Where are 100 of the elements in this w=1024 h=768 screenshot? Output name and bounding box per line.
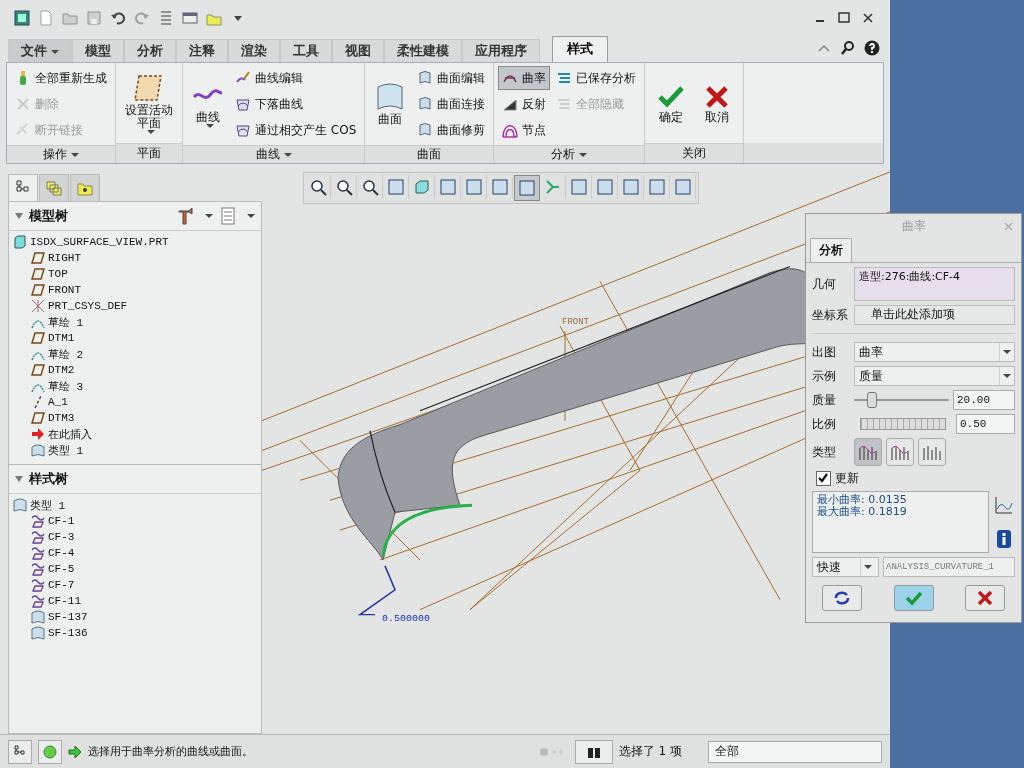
- tree-item[interactable]: ISDX_SURFACE_VIEW.PRT: [13, 234, 257, 250]
- tree-item[interactable]: CF-5: [13, 561, 257, 577]
- dialog-tab[interactable]: 分析: [810, 238, 852, 262]
- ribbon-tab[interactable]: 模型: [72, 39, 124, 62]
- ribbon-button[interactable]: 曲面连接: [413, 92, 490, 116]
- tree-item[interactable]: 草绘 2: [13, 346, 257, 362]
- tree-item[interactable]: FRONT: [13, 282, 257, 298]
- tree-item[interactable]: PRT_CSYS_DEF: [13, 298, 257, 314]
- tools-icon[interactable]: [177, 207, 195, 225]
- name-field[interactable]: ANALYSIS_CURVATURE_1: [883, 557, 1015, 577]
- windows-icon[interactable]: [182, 10, 198, 26]
- redo-icon[interactable]: [134, 10, 150, 26]
- ribbon-tab[interactable]: 柔性建模: [384, 39, 462, 62]
- file-menu-tab[interactable]: 文件: [8, 39, 72, 62]
- ribbon-button[interactable]: 已保存分析: [552, 66, 641, 90]
- new-file-icon[interactable]: [38, 10, 54, 26]
- tree-item[interactable]: CF-3: [13, 529, 257, 545]
- group-label[interactable]: 关闭: [645, 143, 744, 163]
- ribbon-button[interactable]: 全部重新生成: [11, 66, 111, 90]
- mode-dropdown[interactable]: 快速: [812, 557, 879, 577]
- open-folder-icon[interactable]: [62, 10, 78, 26]
- caret-icon: [1003, 374, 1011, 378]
- tree-item[interactable]: CF-4: [13, 545, 257, 561]
- checkbox[interactable]: [816, 471, 831, 486]
- group-label[interactable]: 操作: [7, 145, 115, 163]
- repaint-button[interactable]: [822, 585, 862, 611]
- caret-icon[interactable]: [205, 214, 213, 218]
- find-button[interactable]: [574, 739, 613, 764]
- tree-item[interactable]: 在此插入: [13, 426, 257, 442]
- caret-icon: [579, 152, 588, 157]
- curve-icon: [31, 578, 45, 592]
- ribbon-button[interactable]: 设置活动 平面: [120, 66, 178, 140]
- collapse-triangle-icon[interactable]: [15, 213, 23, 219]
- tree-item[interactable]: 草绘 3: [13, 378, 257, 394]
- tree-item[interactable]: 类型 1: [13, 497, 257, 513]
- tree-item[interactable]: DTM1: [13, 330, 257, 346]
- ribbon-button[interactable]: 曲率: [498, 66, 551, 90]
- slider-thumb[interactable]: [867, 392, 877, 408]
- ribbon-button[interactable]: 取消: [695, 66, 740, 140]
- ribbon-button[interactable]: 曲面编辑: [413, 66, 490, 90]
- ok-button[interactable]: [893, 585, 934, 611]
- save-icon[interactable]: [86, 10, 102, 26]
- ribbon-tab[interactable]: 视图: [332, 39, 384, 62]
- graph-icon[interactable]: [994, 495, 1014, 515]
- ribbon-tab[interactable]: 应用程序: [462, 39, 540, 62]
- geometry-collector[interactable]: 造型:276:曲线:CF-4: [854, 267, 1015, 301]
- ribbon-tab[interactable]: 注释: [176, 39, 228, 62]
- maximize-icon[interactable]: [836, 10, 852, 26]
- ribbon-button[interactable]: 确定: [649, 66, 694, 140]
- ribbon-tab[interactable]: 样式: [552, 36, 608, 62]
- tree-item[interactable]: CF-1: [13, 513, 257, 529]
- browser-toggle-button[interactable]: [38, 739, 62, 764]
- scale-field[interactable]: 0.50: [956, 414, 1015, 434]
- display-dropdown[interactable]: 质量: [854, 366, 1015, 386]
- type-toggle-button[interactable]: [918, 438, 946, 466]
- list-icon[interactable]: [219, 207, 237, 225]
- filter-dropdown[interactable]: 全部: [708, 740, 882, 763]
- tree-item[interactable]: SF-137: [13, 609, 257, 625]
- surface-icon: [13, 498, 27, 512]
- ribbon-button[interactable]: 反射: [498, 92, 551, 116]
- csys-collector[interactable]: 单击此处添加项: [854, 305, 1015, 325]
- tree-item[interactable]: DTM2: [13, 362, 257, 378]
- help-icon[interactable]: [864, 40, 880, 56]
- tree-item[interactable]: 类型 1: [13, 442, 257, 458]
- group-label[interactable]: 分析: [494, 145, 645, 163]
- ribbon-tab[interactable]: 分析: [124, 39, 176, 62]
- ribbon-button[interactable]: 曲面: [369, 66, 412, 140]
- ribbon-button[interactable]: 通过相交产生 COS: [231, 118, 361, 142]
- type-toggle-button[interactable]: [886, 438, 914, 466]
- quality-field[interactable]: 20.00: [953, 390, 1015, 410]
- ribbon-tab[interactable]: 工具: [280, 39, 332, 62]
- ribbon-tab[interactable]: 渲染: [228, 39, 280, 62]
- tree-toggle-button[interactable]: [8, 739, 32, 764]
- tree-item[interactable]: DTM3: [13, 410, 257, 426]
- undo-icon[interactable]: [110, 10, 126, 26]
- caret-icon[interactable]: [247, 214, 255, 218]
- tree-item[interactable]: CF-7: [13, 577, 257, 593]
- collapse-triangle-icon[interactable]: [15, 476, 23, 482]
- group-label[interactable]: 曲面: [365, 145, 494, 163]
- search-icon[interactable]: [840, 40, 856, 56]
- tree-item[interactable]: A_1: [13, 394, 257, 410]
- ribbon-button[interactable]: 节点: [498, 118, 551, 142]
- ribbon-button[interactable]: 曲线编辑: [231, 66, 361, 90]
- group-label[interactable]: 曲线: [183, 145, 365, 163]
- tree-item[interactable]: CF-11: [13, 593, 257, 609]
- plot-dropdown[interactable]: 曲率: [854, 342, 1015, 362]
- sidebar-tab[interactable]: [8, 174, 38, 201]
- ribbon-button[interactable]: 下落曲线: [231, 92, 361, 116]
- cancel-button[interactable]: [965, 585, 1005, 611]
- sidebar-tab[interactable]: [39, 174, 69, 201]
- thumbwheel[interactable]: [860, 418, 946, 430]
- tree-item[interactable]: RIGHT: [13, 250, 257, 266]
- ribbon-button[interactable]: 曲线: [187, 66, 229, 140]
- group-label[interactable]: 平面: [116, 143, 182, 163]
- tree-item[interactable]: 草绘 1: [13, 314, 257, 330]
- info-icon[interactable]: [994, 529, 1014, 549]
- ribbon-button[interactable]: 曲面修剪: [413, 118, 490, 142]
- tree-item[interactable]: SF-136: [13, 625, 257, 641]
- type-toggle-button[interactable]: [854, 438, 882, 466]
- tree-item[interactable]: TOP: [13, 266, 257, 282]
